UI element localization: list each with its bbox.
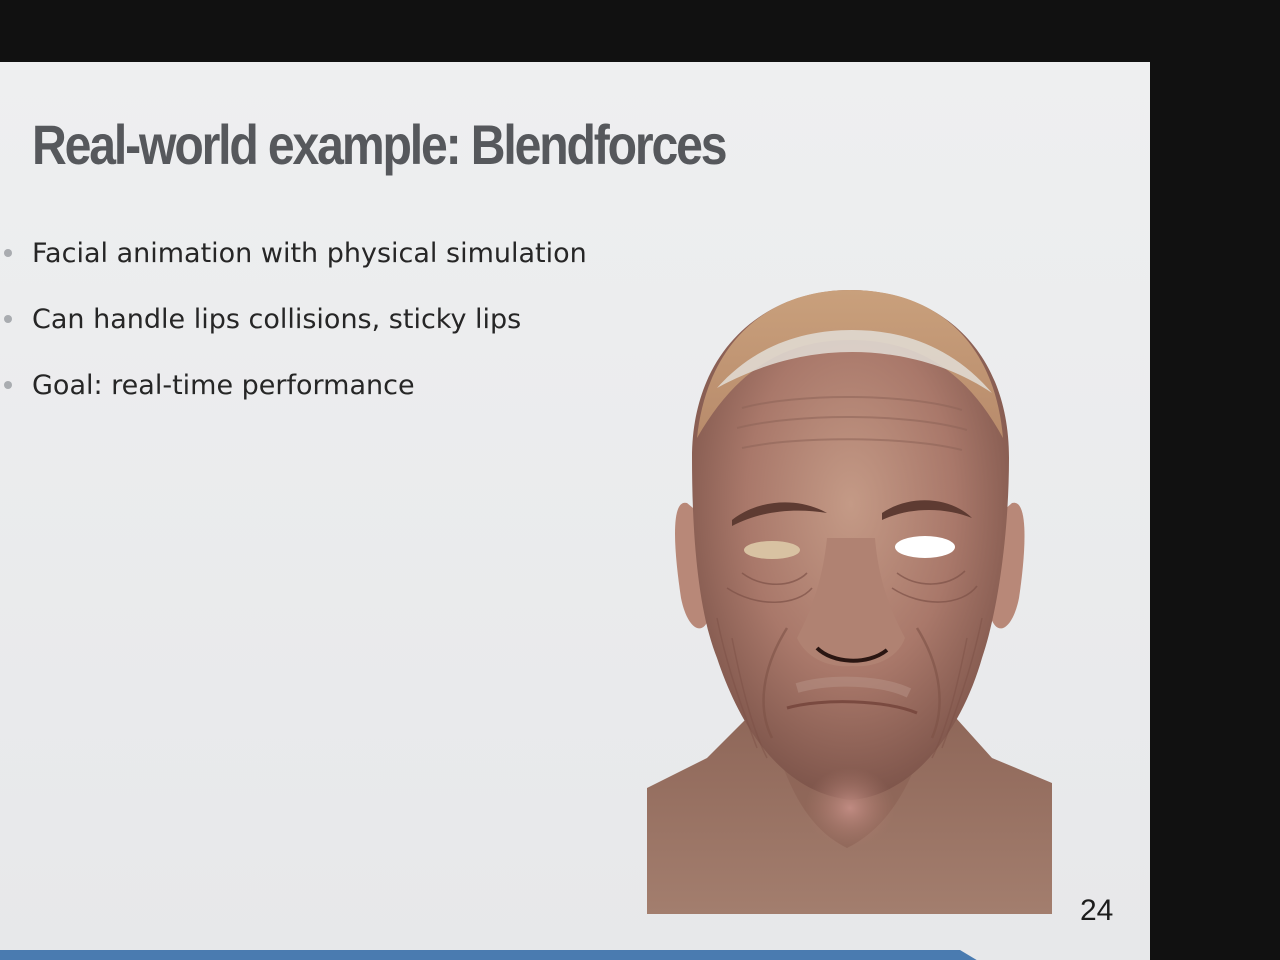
face-render-image [647, 288, 1052, 914]
face-render-svg [647, 290, 1052, 914]
bullet-text: Can handle lips collisions, sticky lips [32, 304, 522, 335]
bullet-icon [4, 381, 12, 389]
presentation-slide: Real-world example: Blendforces Facial a… [0, 62, 1150, 960]
bullet-text: Goal: real-time performance [32, 370, 415, 401]
bullet-icon [4, 315, 12, 323]
video-frame: Real-world example: Blendforces Facial a… [0, 0, 1280, 960]
bullet-icon [4, 249, 12, 257]
slide-accent-bar [0, 950, 980, 960]
slide-page-number: 24 [1080, 894, 1114, 927]
bullet-text: Facial animation with physical simulatio… [32, 238, 587, 269]
slide-title: Real-world example: Blendforces [32, 113, 728, 176]
